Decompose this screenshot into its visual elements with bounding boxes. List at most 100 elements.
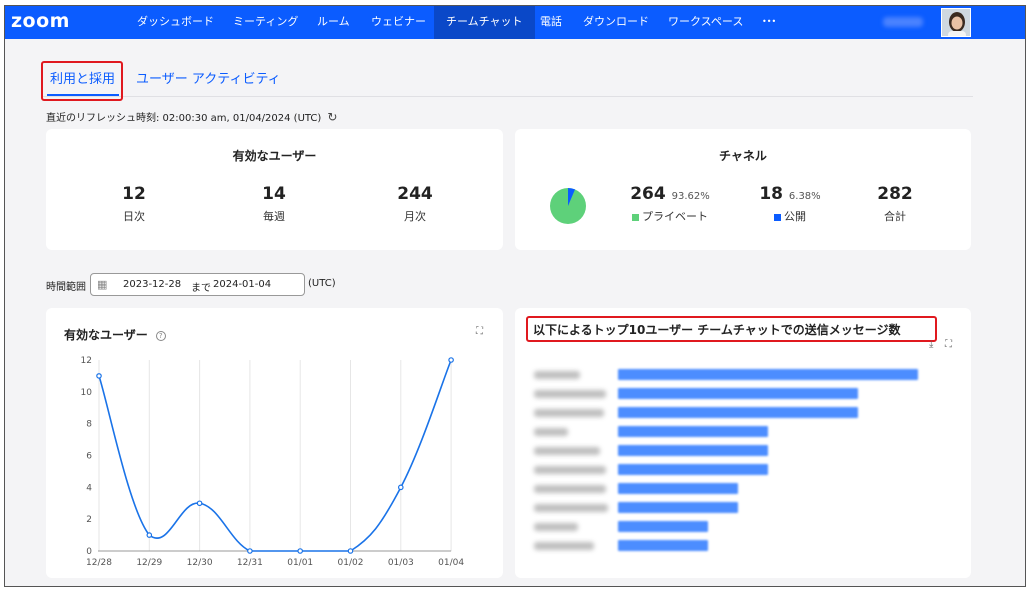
- y-tick-label: 8: [86, 420, 92, 430]
- nav-rooms[interactable]: ルーム: [317, 6, 350, 39]
- x-tick-label: 12/29: [136, 558, 162, 568]
- weekly-value: 14: [262, 184, 286, 204]
- total-value: 282: [877, 184, 913, 204]
- bar[interactable]: [618, 483, 738, 494]
- data-point: [146, 532, 153, 538]
- nav-workspace[interactable]: ワークスペース: [668, 6, 743, 39]
- bar[interactable]: [618, 502, 738, 513]
- data-point: [297, 548, 304, 554]
- tab-usage[interactable]: 利用と採用: [50, 68, 115, 87]
- expand-icon-bar[interactable]: ⛶: [945, 339, 952, 350]
- timezone-label: (UTC): [308, 278, 336, 289]
- y-tick-label: 0: [86, 547, 92, 557]
- refresh-icon[interactable]: ↻: [327, 110, 337, 124]
- monthly-value: 244: [397, 184, 433, 204]
- y-tick-label: 12: [81, 356, 92, 366]
- bar[interactable]: [618, 540, 708, 551]
- bar[interactable]: [618, 388, 858, 399]
- account-name-blurred: [883, 17, 923, 27]
- date-from: 2023-12-28: [123, 279, 182, 290]
- bar[interactable]: [618, 369, 918, 380]
- public-stat: 18 6.38% 公開: [740, 184, 840, 224]
- avatar-photo: [942, 9, 970, 36]
- bar-label-blurred: [534, 409, 604, 417]
- bar[interactable]: [618, 464, 768, 475]
- top-users-chart-card: [515, 308, 971, 578]
- daily-stat: 12 日次: [84, 184, 184, 224]
- tab-user-activity[interactable]: ユーザー アクティビティ: [136, 68, 281, 87]
- series-line: [98, 359, 452, 552]
- bar-label-blurred: [534, 485, 606, 493]
- data-point: [347, 548, 354, 554]
- bar[interactable]: [618, 407, 858, 418]
- last-refresh: 直近のリフレッシュ時刻: 02:00:30 am, 01/04/2024 (UT…: [46, 109, 337, 124]
- channels-card: チャネル 264 93.62% プライベート 18 6.38% 公開 282 合…: [515, 129, 971, 250]
- bar-label-blurred: [534, 428, 568, 436]
- data-point: [96, 373, 102, 379]
- private-label: プライベート: [642, 210, 708, 223]
- channels-title: チャネル: [719, 149, 767, 163]
- monthly-stat: 244 月次: [365, 184, 465, 224]
- bar[interactable]: [618, 521, 708, 532]
- x-tick-label: 12/30: [187, 558, 213, 568]
- y-tick-label: 4: [86, 483, 92, 493]
- public-value: 18: [759, 184, 783, 204]
- bar-label-blurred: [534, 447, 600, 455]
- calendar-icon: ▦: [97, 278, 108, 291]
- date-to-word: まで: [191, 283, 211, 294]
- nav-phone[interactable]: 電話: [540, 6, 562, 39]
- y-tick-label: 2: [86, 515, 92, 525]
- data-point: [196, 500, 203, 507]
- nav-team-chat[interactable]: チームチャット: [434, 6, 535, 39]
- nav-webinars[interactable]: ウェビナー: [371, 6, 426, 39]
- last-refresh-text: 直近のリフレッシュ時刻: 02:00:30 am, 01/04/2024 (UT…: [46, 113, 322, 124]
- daily-label: 日次: [123, 210, 145, 223]
- weekly-label: 毎週: [263, 210, 285, 223]
- date-range-picker[interactable]: ▦ 2023-12-28 まで 2024-01-04: [90, 273, 305, 296]
- active-users-chart-card: 有効なユーザー? ⛶ 12/28 12/29 12/30 12/31 01/01 01/0…: [46, 308, 503, 578]
- private-legend-swatch: [632, 213, 639, 221]
- y-tick-label: 6: [86, 452, 92, 462]
- y-tick-label: 10: [81, 388, 93, 398]
- x-tick-label: 01/04: [438, 558, 464, 568]
- x-tick-label: 01/03: [388, 558, 414, 568]
- nav-downloads[interactable]: ダウンロード: [583, 6, 649, 39]
- date-to: 2024-01-04: [213, 279, 272, 290]
- download-icon[interactable]: ⤓: [929, 339, 933, 350]
- private-pct: 93.62%: [671, 191, 710, 202]
- active-users-card: 有効なユーザー 12 日次 14 毎週 244 月次: [46, 129, 503, 250]
- top-navigation: zoom ダッシュボード ミーティング ルーム ウェビナー チームチャット 電話…: [5, 6, 1025, 39]
- bar-label-blurred: [534, 390, 606, 398]
- monthly-label: 月次: [404, 210, 426, 223]
- bar-chart-title-highlight: [526, 316, 937, 342]
- x-tick-label: 01/02: [338, 558, 364, 568]
- bar-label-blurred: [534, 466, 606, 474]
- nav-more[interactable]: •••: [762, 6, 776, 39]
- public-pct: 6.38%: [788, 191, 821, 202]
- zoom-logo[interactable]: zoom: [11, 10, 70, 32]
- x-tick-label: 12/31: [237, 558, 263, 568]
- private-value: 264: [630, 184, 666, 204]
- data-point: [397, 484, 404, 491]
- active-users-line-chart: 12/28 12/29 12/30 12/31 01/01 01/02 01/03 01/04…: [81, 356, 465, 568]
- bar-label-blurred: [534, 504, 608, 512]
- public-label: 公開: [784, 210, 806, 223]
- weekly-stat: 14 毎週: [224, 184, 324, 224]
- nav-dashboard[interactable]: ダッシュボード: [137, 6, 214, 39]
- x-tick-label: 12/28: [86, 558, 112, 568]
- public-legend-swatch: [774, 213, 781, 221]
- total-label: 合計: [884, 210, 906, 223]
- private-stat: 264 93.62% プライベート: [615, 184, 725, 224]
- bar-label-blurred: [534, 542, 594, 550]
- time-range-label: 時間範囲: [46, 282, 86, 293]
- channels-pie-chart: [550, 188, 586, 224]
- x-tick-label: 01/01: [287, 558, 313, 568]
- bar-label-blurred: [534, 371, 580, 379]
- app-frame: zoom ダッシュボード ミーティング ルーム ウェビナー チームチャット 電話…: [4, 5, 1026, 587]
- avatar[interactable]: [941, 8, 971, 37]
- data-point: [247, 548, 253, 554]
- nav-meetings[interactable]: ミーティング: [233, 6, 298, 39]
- bar[interactable]: [618, 426, 768, 437]
- bar-label-blurred: [534, 523, 578, 531]
- bar[interactable]: [618, 445, 768, 456]
